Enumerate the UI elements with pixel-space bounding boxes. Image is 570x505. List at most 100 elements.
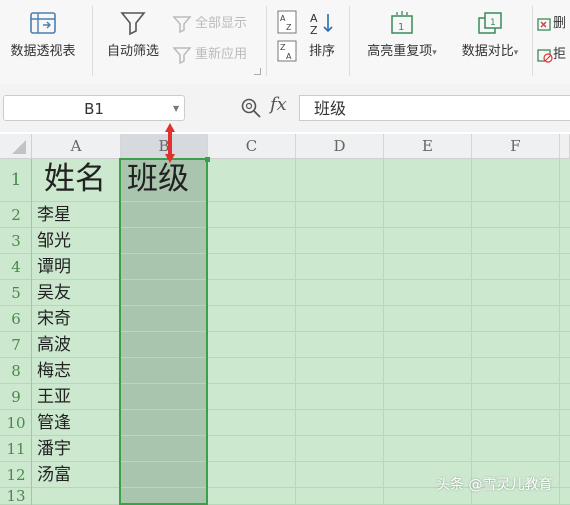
row-header-6[interactable]: 6 xyxy=(0,306,32,332)
insert-function-button[interactable]: fx xyxy=(270,94,287,115)
delete-duplicates-icon xyxy=(537,17,551,31)
column-header-a[interactable]: A xyxy=(32,134,121,159)
row-gridline xyxy=(32,357,570,358)
row-gridline xyxy=(32,409,570,410)
delete-duplicates-button[interactable]: 删 xyxy=(537,12,566,32)
pivot-table-label: 数据透视表 xyxy=(10,44,76,59)
cell-a10[interactable]: 管逢 xyxy=(37,410,71,436)
cell-a12[interactable]: 汤富 xyxy=(37,462,71,488)
svg-text:Z: Z xyxy=(310,24,318,36)
sort-button[interactable]: A Z 排序 xyxy=(304,10,340,59)
cell-a3[interactable]: 邹光 xyxy=(37,228,71,254)
reapply-filter-icon xyxy=(172,46,192,64)
row-header-10[interactable]: 10 xyxy=(0,410,32,436)
row-header-2[interactable]: 2 xyxy=(0,202,32,228)
dropdown-arrow-icon: ▾ xyxy=(513,48,519,58)
auto-filter-button[interactable]: 自动筛选 xyxy=(101,10,165,59)
select-all-corner[interactable] xyxy=(0,134,32,159)
row-gridline xyxy=(32,227,570,228)
cell-a6[interactable]: 宋奇 xyxy=(37,306,71,332)
ribbon-divider xyxy=(266,6,267,76)
svg-text:A: A xyxy=(280,14,286,23)
cell-a4[interactable]: 谭明 xyxy=(37,254,71,280)
data-compare-label: 数据对比▾ xyxy=(461,44,519,59)
show-all-label: 全部显示 xyxy=(195,16,248,31)
row-header-11[interactable]: 11 xyxy=(0,436,32,462)
highlight-duplicates-button[interactable]: 1 高亮重复项▾ xyxy=(357,10,447,59)
dialog-launcher-icon[interactable] xyxy=(254,68,261,75)
row-gridline xyxy=(32,201,570,202)
cell-b1[interactable]: 班级 xyxy=(127,157,189,202)
reapply-label: 重新应用 xyxy=(195,47,248,62)
row-gridline xyxy=(32,435,570,436)
cell-a7[interactable]: 高波 xyxy=(37,332,71,358)
row-gridline xyxy=(32,331,570,332)
reapply-button[interactable]: 重新应用 xyxy=(172,43,247,64)
cell-selection-border xyxy=(119,158,208,505)
column-header-e[interactable]: E xyxy=(384,134,472,159)
row-header-12[interactable]: 12 xyxy=(0,462,32,488)
cell-a1[interactable]: 姓名 xyxy=(44,157,106,202)
highlight-duplicates-label: 高亮重复项▾ xyxy=(367,44,437,59)
reject-duplicates-button[interactable]: 拒 xyxy=(537,43,566,63)
column-gridline xyxy=(295,159,296,505)
row-header-1[interactable]: 1 xyxy=(0,159,32,202)
row-header-13[interactable]: 13 xyxy=(0,488,32,505)
svg-text:Z: Z xyxy=(280,43,286,52)
row-gridline xyxy=(32,253,570,254)
pivot-table-button[interactable]: 数据透视表 xyxy=(4,10,82,59)
svg-text:1: 1 xyxy=(398,22,404,33)
dropdown-arrow-icon: ▾ xyxy=(432,48,437,58)
reject-duplicates-label: 拒 xyxy=(553,47,567,62)
pivot-table-icon xyxy=(28,10,58,36)
svg-text:A: A xyxy=(286,52,292,61)
svg-text:Z: Z xyxy=(286,23,292,32)
name-box[interactable]: B1 xyxy=(3,95,185,121)
data-compare-icon: 1 xyxy=(475,10,505,36)
ribbon-toolbar: 数据透视表 自动筛选 全部显示 重新应用 A Z Z A A Z 排序 1 高亮… xyxy=(0,0,570,85)
cell-a8[interactable]: 梅志 xyxy=(37,358,71,384)
row-header-4[interactable]: 4 xyxy=(0,254,32,280)
show-all-icon xyxy=(172,15,192,33)
filter-funnel-icon xyxy=(118,10,148,36)
formula-input[interactable]: 班级 xyxy=(299,95,570,121)
ribbon-divider xyxy=(92,6,93,76)
sort-ascending-icon: A Z xyxy=(277,10,297,34)
highlight-duplicates-icon: 1 xyxy=(387,10,417,36)
delete-duplicates-label: 删 xyxy=(553,16,567,31)
column-header-d[interactable]: D xyxy=(296,134,384,159)
row-header-5[interactable]: 5 xyxy=(0,280,32,306)
cell-a9[interactable]: 王亚 xyxy=(37,384,71,410)
column-gridline xyxy=(383,159,384,505)
cell-a5[interactable]: 吴友 xyxy=(37,280,71,306)
row-gridline xyxy=(32,383,570,384)
column-gridline xyxy=(559,159,560,505)
row-header-3[interactable]: 3 xyxy=(0,228,32,254)
cell-a2[interactable]: 李星 xyxy=(37,202,71,228)
fill-handle[interactable] xyxy=(205,157,210,162)
reject-duplicates-icon xyxy=(537,48,553,63)
row-gridline xyxy=(32,305,570,306)
cell-a11[interactable]: 潘宇 xyxy=(37,436,71,462)
column-header-partial[interactable] xyxy=(560,134,570,159)
row-gridline xyxy=(32,461,570,462)
ribbon-divider xyxy=(532,6,533,76)
watermark: 头条 @雪灵儿教育 xyxy=(436,477,553,493)
auto-filter-label: 自动筛选 xyxy=(106,44,159,59)
svg-text:1: 1 xyxy=(490,18,496,28)
row-header-9[interactable]: 9 xyxy=(0,384,32,410)
sort-az-icon: A Z xyxy=(307,10,337,37)
row-gridline xyxy=(32,279,570,280)
row-header-7[interactable]: 7 xyxy=(0,332,32,358)
name-box-dropdown-icon[interactable]: ▼ xyxy=(173,104,179,113)
sort-descending-button[interactable]: Z A xyxy=(277,40,297,66)
data-compare-button[interactable]: 1 数据对比▾ xyxy=(452,10,528,59)
column-header-c[interactable]: C xyxy=(208,134,296,159)
row-header-8[interactable]: 8 xyxy=(0,358,32,384)
sort-descending-icon: Z A xyxy=(277,40,297,62)
column-header-f[interactable]: F xyxy=(472,134,560,159)
column-gridline xyxy=(471,159,472,505)
zoom-search-icon[interactable] xyxy=(240,97,262,123)
show-all-button[interactable]: 全部显示 xyxy=(172,12,247,33)
sort-ascending-button[interactable]: A Z xyxy=(277,10,297,38)
